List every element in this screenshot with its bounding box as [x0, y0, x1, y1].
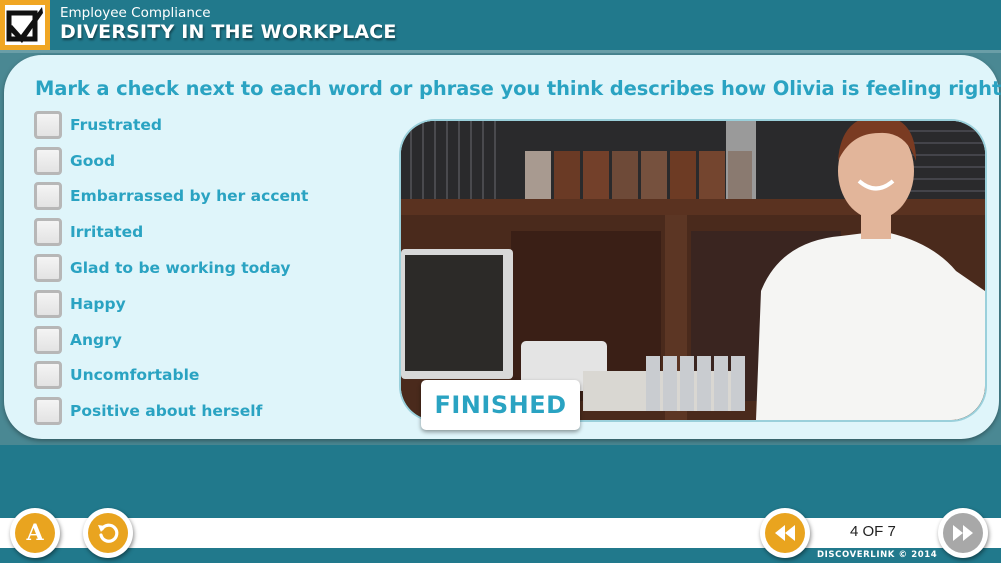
option-label: Positive about herself	[70, 402, 263, 420]
finished-button[interactable]: FINISHED	[421, 380, 580, 430]
option-glad[interactable]: Glad to be working today	[34, 253, 290, 283]
course-subtitle: Employee Compliance	[60, 5, 211, 21]
course-title: DIVERSITY IN THE WORKPLACE	[60, 21, 397, 43]
option-embarrassed[interactable]: Embarrassed by her accent	[34, 181, 308, 211]
scenario-photo	[401, 121, 985, 420]
checkbox[interactable]	[34, 397, 62, 425]
option-frustrated[interactable]: Frustrated	[34, 110, 162, 140]
option-label: Uncomfortable	[70, 366, 200, 384]
option-uncomfortable[interactable]: Uncomfortable	[34, 360, 199, 390]
checkbox[interactable]	[34, 361, 62, 389]
checkbox[interactable]	[34, 326, 62, 354]
option-good[interactable]: Good	[34, 146, 115, 176]
next-button[interactable]	[938, 508, 988, 558]
checkbox[interactable]	[34, 254, 62, 282]
option-angry[interactable]: Angry	[34, 325, 122, 355]
checkbox-check-icon	[5, 5, 45, 45]
photo-illustration	[401, 121, 985, 420]
option-label: Glad to be working today	[70, 259, 291, 277]
footer-background	[0, 445, 1001, 518]
option-irritated[interactable]: Irritated	[34, 217, 143, 247]
option-label: Irritated	[70, 223, 144, 241]
question-prompt: Mark a check next to each word or phrase…	[35, 77, 1001, 100]
page-indicator: 4 OF 7	[850, 523, 896, 540]
option-happy[interactable]: Happy	[34, 289, 126, 319]
rewind-icon	[765, 513, 805, 553]
checkbox[interactable]	[34, 147, 62, 175]
option-label: Embarrassed by her accent	[70, 187, 309, 205]
option-label: Good	[70, 152, 116, 170]
copyright-text: DISCOVERLINK © 2014	[817, 550, 938, 560]
glossary-button[interactable]: A	[10, 508, 60, 558]
header-bar: Employee Compliance DIVERSITY IN THE WOR…	[0, 0, 1001, 50]
checkbox[interactable]	[34, 218, 62, 246]
option-label: Angry	[70, 331, 122, 349]
option-positive[interactable]: Positive about herself	[34, 396, 262, 426]
checkbox[interactable]	[34, 111, 62, 139]
fast-forward-icon	[943, 513, 983, 553]
replay-icon	[88, 513, 128, 553]
checkbox[interactable]	[34, 182, 62, 210]
replay-button[interactable]	[83, 508, 133, 558]
letter-a-icon: A	[15, 513, 55, 553]
option-label: Happy	[70, 295, 126, 313]
course-logo	[0, 0, 50, 50]
back-button[interactable]	[760, 508, 810, 558]
checkbox[interactable]	[34, 290, 62, 318]
option-label: Frustrated	[70, 116, 163, 134]
